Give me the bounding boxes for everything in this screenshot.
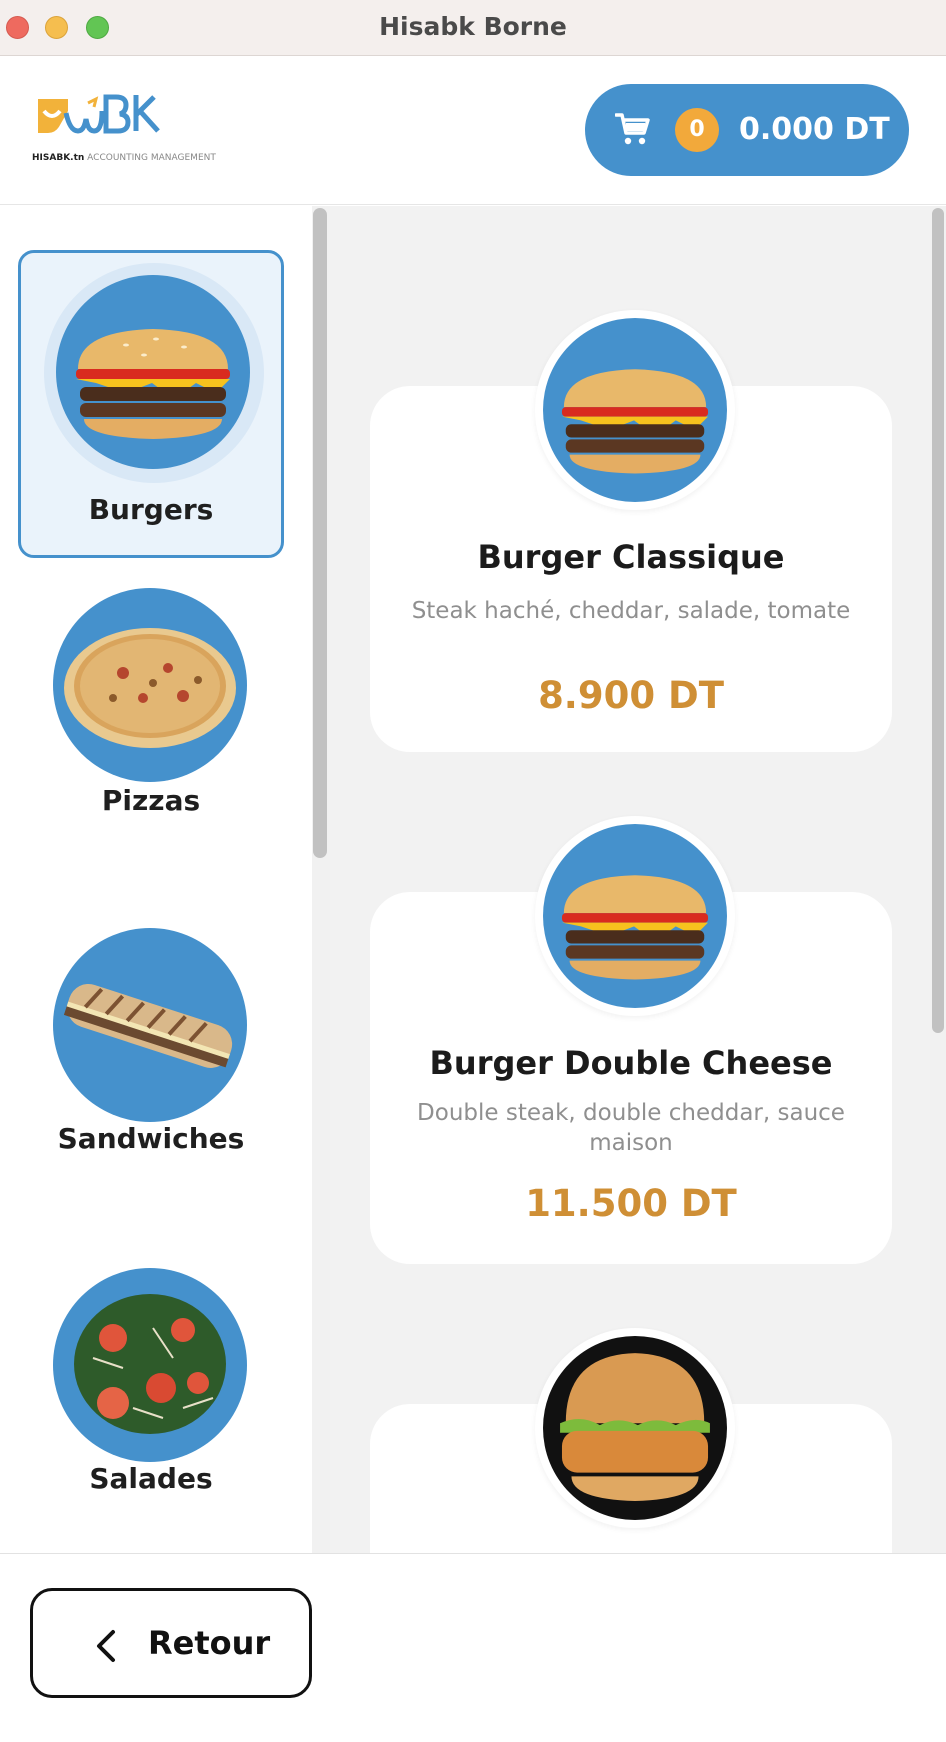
back-button-label: Retour (148, 1624, 271, 1662)
chevron-left-icon (97, 1630, 115, 1662)
category-salades[interactable]: Salades (18, 1238, 284, 1546)
cart-count-badge: 0 (675, 108, 719, 152)
pizza-icon (53, 588, 247, 782)
category-sidebar: Burgers Pizzas Sandwiches Salades (0, 206, 312, 1553)
footer-bar: Retour (0, 1553, 946, 1742)
shopping-cart-icon (615, 113, 650, 145)
salad-icon (53, 1268, 247, 1462)
product-name: Burger Double Cheese (429, 1044, 833, 1082)
category-burgers[interactable]: Burgers (18, 250, 284, 558)
burger-icon (543, 318, 727, 502)
burger-icon (56, 275, 250, 469)
back-button[interactable]: Retour (30, 1588, 312, 1698)
product-description: Double steak, double cheddar, sauce mais… (417, 1100, 845, 1156)
product-description: Steak haché, cheddar, salade, tomate (411, 598, 851, 624)
burger-icon (543, 824, 727, 1008)
sidebar-scrollbar-thumb[interactable] (313, 208, 327, 858)
cart-total: 0.000 DT (739, 112, 890, 147)
window-titlebar: Hisabk Borne (0, 0, 946, 56)
product-image (535, 816, 735, 1016)
product-image (535, 310, 735, 510)
category-label: Salades (89, 1462, 213, 1495)
hisabk-logo: HISABK.tn ACCOUNTING MANAGEMENT (30, 91, 216, 171)
logo-subtitle: HISABK.tn ACCOUNTING MANAGEMENT (32, 153, 216, 163)
panini-icon (53, 928, 247, 1122)
products-scrollbar-thumb[interactable] (932, 208, 944, 1033)
product-name: Burger Classique (477, 538, 785, 576)
category-label: Sandwiches (57, 1122, 245, 1155)
app-header: HISABK.tn ACCOUNTING MANAGEMENT 0 0.000 … (0, 57, 946, 205)
cart-button[interactable]: 0 0.000 DT (585, 84, 909, 176)
category-label: Burgers (88, 493, 214, 526)
product-image (535, 1328, 735, 1528)
product-list: Burger Classique Steak haché, cheddar, s… (330, 206, 930, 1553)
product-price: 8.900 DT (538, 674, 724, 717)
window-title: Hisabk Borne (379, 12, 567, 41)
category-sandwiches[interactable]: Sandwiches (18, 898, 284, 1206)
category-label: Pizzas (101, 784, 201, 817)
product-price: 11.500 DT (525, 1182, 737, 1225)
category-pizzas[interactable]: Pizzas (18, 558, 284, 866)
chicken-burger-icon (543, 1336, 727, 1520)
